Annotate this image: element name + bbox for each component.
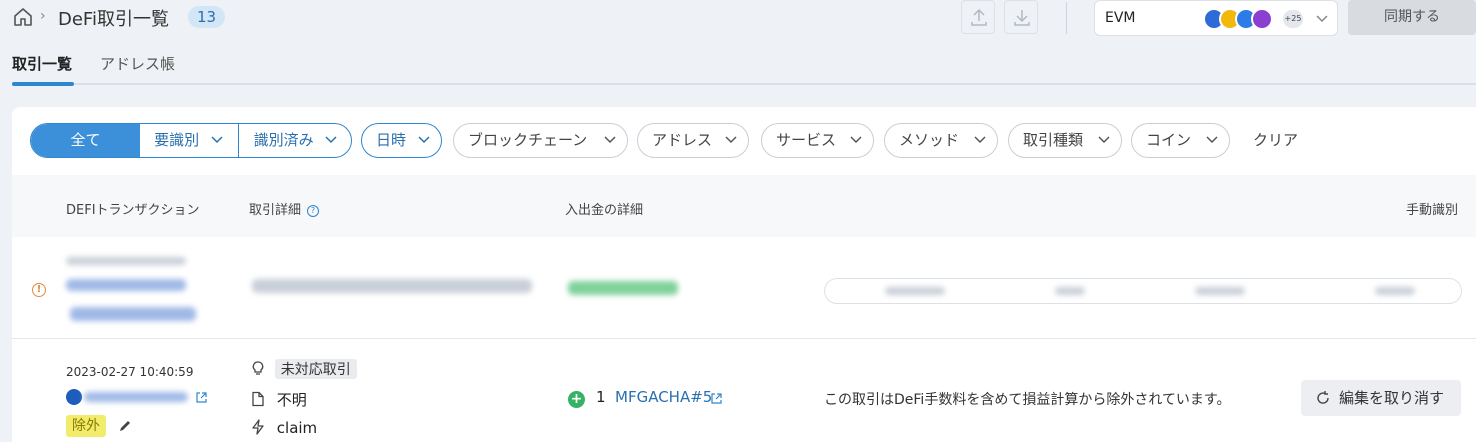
lightning-icon — [252, 419, 264, 435]
blurred-tag — [70, 307, 196, 321]
column-header-details-label: 取引詳細 — [249, 203, 302, 218]
filter-service-label: サービス — [776, 131, 837, 149]
column-header-manual: 手動識別 — [1406, 203, 1459, 218]
tab-divider — [12, 83, 1476, 85]
column-header-details: 取引詳細? — [249, 199, 320, 218]
undo-edit-label: 編集を取り消す — [1339, 389, 1445, 407]
divider — [1066, 2, 1067, 34]
filter-method[interactable]: メソッド — [884, 123, 998, 158]
warning-icon: ! — [32, 283, 46, 297]
blurred-datetime — [66, 257, 186, 265]
chevron-down-icon — [325, 136, 337, 144]
blurred-hash — [66, 279, 186, 291]
filter-all[interactable]: 全て — [31, 124, 140, 157]
transaction-count-badge: 13 — [188, 6, 226, 28]
external-link-icon[interactable] — [195, 391, 208, 404]
ethereum-icon — [66, 389, 82, 405]
pencil-icon[interactable] — [118, 419, 132, 433]
blurred-option — [885, 287, 945, 295]
method-label: claim — [276, 419, 318, 437]
chevron-down-icon — [850, 136, 862, 144]
document-icon — [252, 391, 264, 407]
top-bar: › DeFi取引一覧 13 EVM +25 同期する — [0, 0, 1476, 38]
blurred-option — [1195, 287, 1245, 295]
chain-select-label: EVM — [1105, 10, 1136, 26]
external-link-icon[interactable] — [710, 392, 723, 405]
filter-address-label: アドレス — [652, 131, 713, 149]
undo-icon — [1317, 391, 1329, 404]
filter-service[interactable]: サービス — [761, 123, 874, 158]
exclusion-note: この取引はDeFi手数料を含めて損益計算から除外されています。 — [824, 392, 1231, 408]
chevron-down-icon — [1098, 136, 1110, 144]
blurred-transfer — [568, 281, 678, 295]
chevron-down-icon — [604, 136, 616, 144]
chevron-down-icon — [211, 136, 223, 144]
table-row[interactable]: ! — [12, 237, 1476, 339]
tab-address-book[interactable]: アドレス帳 — [100, 53, 175, 74]
unsupported-transaction-tag: 未対応取引 — [274, 359, 357, 379]
column-header-transaction: DEFIトランザクション — [66, 203, 200, 218]
export-button[interactable] — [961, 0, 995, 34]
filter-bar: 全て 要識別 識別済み 日時 ブロックチェーン アドレス サービス メソッド 取… — [12, 123, 1476, 159]
blurred-details — [252, 279, 532, 293]
chevron-down-icon — [1206, 136, 1218, 144]
blurred-manual-identification[interactable] — [824, 278, 1462, 304]
breadcrumb-separator: › — [40, 8, 46, 24]
help-icon[interactable]: ? — [307, 204, 320, 217]
filter-blockchain[interactable]: ブロックチェーン — [453, 123, 628, 158]
lightbulb-icon — [252, 361, 264, 375]
upload-icon — [971, 8, 987, 26]
tab-transactions[interactable]: 取引一覧 — [12, 53, 72, 74]
chevron-down-icon — [1316, 15, 1328, 23]
blurred-hash — [84, 392, 188, 402]
transfer-amount: 1 — [596, 388, 606, 406]
column-header-transfers: 入出金の詳細 — [565, 203, 644, 218]
blurred-option — [1055, 287, 1085, 295]
chevron-down-icon — [725, 136, 737, 144]
chevron-down-icon — [418, 136, 430, 144]
filter-transaction-type-label: 取引種類 — [1023, 131, 1084, 149]
filter-coin[interactable]: コイン — [1131, 123, 1230, 158]
import-button[interactable] — [1004, 0, 1038, 34]
filter-identified-label: 識別済み — [253, 131, 314, 149]
undo-edit-button[interactable]: 編集を取り消す — [1301, 380, 1461, 416]
table-row[interactable]: 2023-02-27 10:40:59 除外 未対応取引 不明 claim + … — [12, 339, 1476, 442]
clear-filters-button[interactable]: クリア — [1253, 123, 1298, 158]
detail-method: claim — [250, 419, 317, 437]
filter-coin-label: コイン — [1146, 131, 1192, 149]
chevron-down-icon — [974, 136, 986, 144]
filter-needs-identification-label: 要識別 — [154, 131, 200, 149]
filter-date-label: 日時 — [376, 131, 407, 149]
table-header: DEFIトランザクション 取引詳細? 入出金の詳細 手動識別 — [12, 175, 1476, 237]
more-chains-badge: +25 — [1283, 10, 1303, 28]
exclude-tag: 除外 — [66, 415, 106, 437]
filter-method-label: メソッド — [899, 131, 960, 149]
tab-bar: 取引一覧 アドレス帳 — [0, 50, 1476, 88]
chain-op-icon — [1251, 8, 1273, 30]
filter-blockchain-label: ブロックチェーン — [468, 131, 588, 149]
transactions-card: 全て 要識別 識別済み 日時 ブロックチェーン アドレス サービス メソッド 取… — [12, 107, 1476, 442]
filter-transaction-type[interactable]: 取引種類 — [1008, 123, 1122, 158]
incoming-icon: + — [568, 391, 585, 408]
home-icon[interactable] — [12, 6, 34, 28]
filter-date[interactable]: 日時 — [361, 123, 442, 158]
filter-needs-identification[interactable]: 要識別 — [140, 124, 239, 157]
filter-identified[interactable]: 識別済み — [239, 124, 351, 157]
token-link[interactable]: MFGACHA#5 — [615, 388, 712, 406]
chain-select[interactable]: EVM +25 — [1094, 0, 1338, 36]
active-tab-indicator — [12, 82, 74, 86]
sync-button[interactable]: 同期する — [1348, 0, 1476, 35]
identification-filter: 全て 要識別 識別済み — [30, 123, 352, 158]
filter-address[interactable]: アドレス — [637, 123, 749, 158]
transaction-type-label: 不明 — [276, 391, 307, 409]
download-icon — [1014, 10, 1030, 26]
transaction-datetime: 2023-02-27 10:40:59 — [66, 365, 194, 379]
blurred-option — [1375, 287, 1415, 295]
page-title: DeFi取引一覧 — [58, 9, 169, 30]
detail-status: 未対応取引 — [250, 359, 357, 379]
detail-type: 不明 — [250, 389, 307, 410]
